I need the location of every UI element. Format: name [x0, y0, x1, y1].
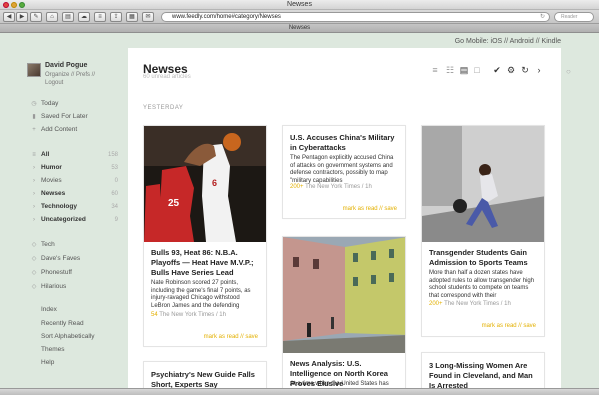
title-bar: Newses	[0, 0, 599, 10]
avatar[interactable]	[27, 63, 41, 77]
nav-saved[interactable]: ▮ Saved For Later	[30, 112, 118, 122]
mail-icon[interactable]: ✉	[142, 12, 154, 22]
checkmark-icon[interactable]: ✔	[492, 65, 502, 75]
article-image	[422, 126, 544, 242]
category-uncategorized[interactable]: › Uncategorized 9	[30, 215, 118, 225]
save-link: save	[523, 323, 536, 329]
nav-today[interactable]: ◷ Today	[30, 99, 118, 109]
article-image: 6 25	[144, 126, 266, 242]
link-help[interactable]: Help	[41, 359, 54, 366]
tag-phonestuff[interactable]: ◇ Phonestuff	[30, 268, 118, 278]
chevron-right-icon[interactable]: ›	[534, 65, 544, 75]
article-image	[283, 237, 405, 353]
android-link[interactable]: Android	[510, 38, 534, 45]
list-icon[interactable]: ≡	[94, 12, 106, 22]
user-links[interactable]: Organize // Prefs // Logout	[45, 71, 95, 87]
mark-as-read-link: mark as read	[481, 323, 517, 329]
ios-link[interactable]: iOS	[491, 38, 503, 45]
logout-link[interactable]: Logout	[45, 79, 95, 87]
kindle-link[interactable]: Kindle	[542, 38, 561, 45]
chevron-right-icon: ›	[33, 178, 35, 184]
tag-daves-faves[interactable]: ◇ Dave's Faves	[30, 254, 118, 264]
back-icon[interactable]: ◀	[3, 12, 15, 22]
tag-icon: ◇	[31, 256, 37, 262]
category-movies[interactable]: › Movies 0	[30, 176, 118, 186]
full-view-icon[interactable]: □	[472, 65, 482, 75]
link-themes[interactable]: Themes	[41, 346, 64, 353]
gear-icon[interactable]: ⚙	[506, 65, 516, 75]
browser-window: Newses ◀ ▶ ✎ ⌂ ▤ ☁ ≡ ⇪ ▦ ✉ www.feedly.co…	[0, 0, 599, 395]
cloud-icon[interactable]: ☁	[78, 12, 90, 22]
save-link: save	[245, 334, 258, 340]
refresh-icon[interactable]: ↻	[520, 65, 530, 75]
bookmark-icon[interactable]: ▤	[62, 12, 74, 22]
search-icon[interactable]: ○	[566, 67, 571, 76]
user-name: David Pogue	[45, 62, 88, 69]
tag-icon: ◇	[31, 284, 37, 290]
svg-text:6: 6	[212, 178, 217, 188]
mark-as-read-link: mark as read	[203, 334, 239, 340]
plus-icon: +	[32, 127, 36, 133]
tab-bar: Newses	[0, 24, 599, 33]
address-bar[interactable]: www.feedly.com/home#category/Newses ↻	[161, 12, 550, 22]
grid-icon[interactable]: ▦	[126, 12, 138, 22]
link-sort-alphabetically[interactable]: Sort Alphabetically	[41, 333, 94, 340]
link-recently-read[interactable]: Recently Read	[41, 320, 84, 327]
cards-view-icon[interactable]: ▤	[459, 65, 469, 75]
svg-text:25: 25	[168, 198, 180, 209]
category-humor[interactable]: › Humor 53	[30, 163, 118, 173]
list-icon: ≡	[32, 152, 36, 158]
go-mobile-links: Go Mobile: iOS // Android // Kindle	[454, 38, 561, 45]
tag-tech[interactable]: ◇ Tech	[30, 240, 118, 250]
category-newses[interactable]: › Newses 60	[30, 189, 118, 199]
share-icon[interactable]: ⇪	[110, 12, 122, 22]
chevron-right-icon: ›	[33, 165, 35, 171]
unread-count: 60 unread articles	[143, 74, 191, 80]
home-icon[interactable]: ⌂	[46, 12, 58, 22]
magazine-view-icon[interactable]: ☷	[445, 65, 455, 75]
search-field[interactable]: Reader	[554, 12, 594, 22]
clock-icon: ◷	[31, 101, 37, 107]
category-all[interactable]: ≡ All 158	[30, 150, 118, 160]
chevron-right-icon: ›	[33, 217, 35, 223]
article-card[interactable]: Transgender Students Gain Admission to S…	[421, 125, 545, 337]
category-technology[interactable]: › Technology 34	[30, 202, 118, 212]
status-bar	[0, 388, 599, 395]
chevron-right-icon: ›	[33, 204, 35, 210]
article-card[interactable]: 6 25 Bulls 93, Heat 86: N.B.A. Playoffs …	[143, 125, 267, 347]
mark-as-read-link: mark as read	[342, 206, 378, 212]
tab-newses[interactable]: Newses	[289, 25, 310, 31]
tag-hilarious[interactable]: ◇ Hilarious	[30, 282, 118, 292]
title-view-icon[interactable]: ≡	[430, 65, 440, 75]
settings-icon[interactable]: ✎	[30, 12, 42, 22]
tag-icon: ◇	[31, 242, 37, 248]
main-panel: Newses 60 unread articles ≡ ☷ ▤ □ ✔ ⚙ ↻ …	[128, 48, 561, 395]
browser-toolbar: ◀ ▶ ✎ ⌂ ▤ ☁ ≡ ⇪ ▦ ✉ www.feedly.com/home#…	[0, 10, 599, 24]
tag-icon: ◇	[31, 270, 37, 276]
nav-add-content[interactable]: + Add Content	[30, 125, 118, 135]
window-title: Newses	[287, 1, 312, 8]
save-link: save	[384, 206, 397, 212]
article-card[interactable]: U.S. Accuses China's Military in Cyberat…	[282, 125, 406, 219]
section-label: YESTERDAY	[143, 105, 184, 111]
forward-icon[interactable]: ▶	[16, 12, 28, 22]
chevron-right-icon: ›	[33, 191, 35, 197]
link-index[interactable]: Index	[41, 306, 57, 313]
reload-icon[interactable]: ↻	[540, 13, 545, 21]
article-card[interactable]: News Analysis: U.S. Intelligence on Nort…	[282, 236, 406, 395]
bookmark-icon: ▮	[32, 114, 36, 120]
